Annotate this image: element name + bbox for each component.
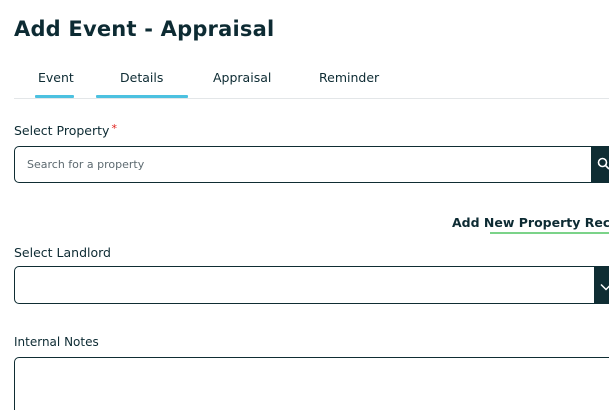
tab-details-active-indicator — [96, 95, 188, 98]
property-search-input[interactable] — [27, 147, 587, 182]
chevron-down-icon — [600, 276, 609, 295]
internal-notes-textarea[interactable] — [14, 357, 609, 410]
property-search-box — [14, 146, 609, 183]
property-search-button[interactable] — [591, 147, 609, 182]
tab-bar: Event Details Appraisal Reminder — [14, 70, 609, 99]
page-title: Add Event - Appraisal — [14, 17, 275, 41]
tab-event-underline — [35, 95, 74, 98]
tab-details[interactable]: Details — [120, 70, 163, 85]
add-event-page: Add Event - Appraisal Event Details Appr… — [0, 0, 609, 410]
select-landlord-label: Select Landlord — [14, 245, 111, 260]
add-new-property-link-underline — [490, 232, 609, 234]
select-property-label: Select Property * — [14, 122, 117, 138]
add-new-property-link[interactable]: Add New Property Record — [452, 215, 609, 230]
landlord-select[interactable] — [14, 266, 609, 304]
tab-reminder[interactable]: Reminder — [319, 70, 379, 85]
landlord-dropdown-button[interactable] — [594, 267, 609, 303]
required-marker: * — [111, 122, 117, 135]
internal-notes-label: Internal Notes — [14, 335, 99, 349]
tab-appraisal[interactable]: Appraisal — [213, 70, 271, 85]
select-property-label-text: Select Property — [14, 123, 110, 138]
tab-event[interactable]: Event — [38, 70, 74, 85]
search-icon — [597, 155, 609, 174]
